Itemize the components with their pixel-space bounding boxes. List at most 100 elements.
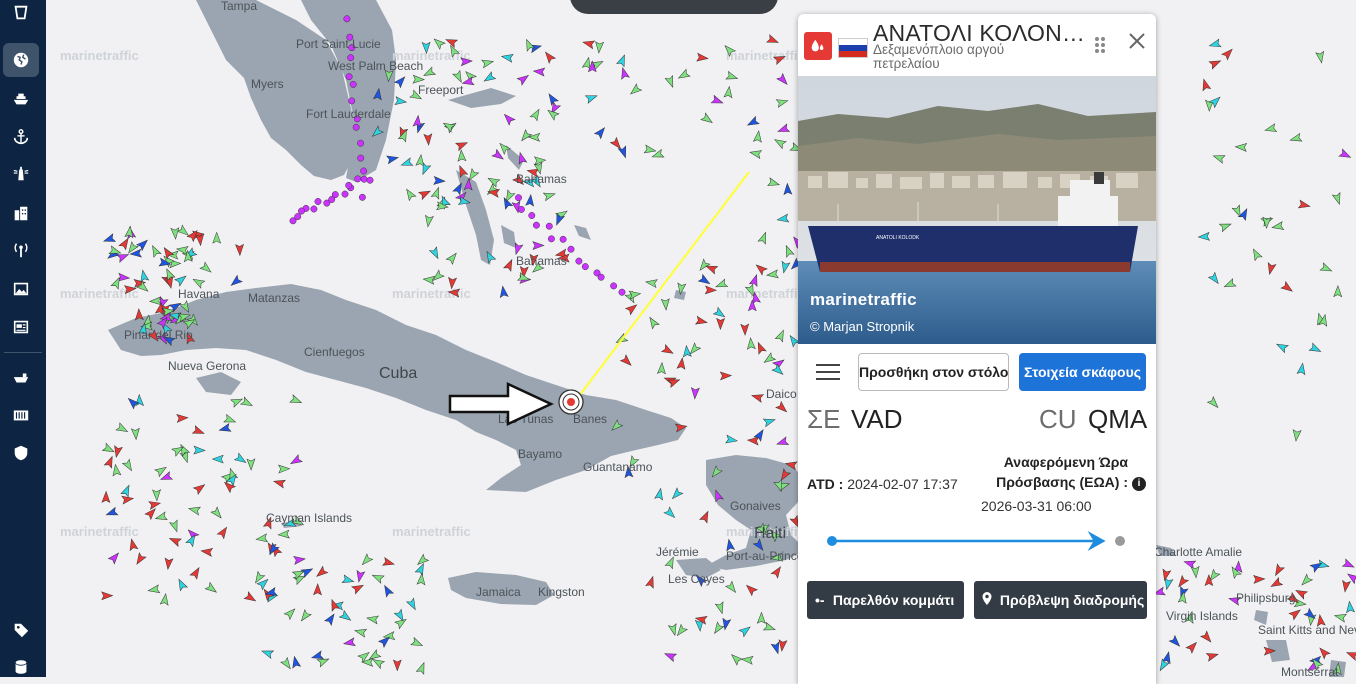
close-icon[interactable] (1126, 30, 1148, 52)
anchored-vessel-dot[interactable] (581, 263, 589, 271)
anchored-vessel-dot[interactable] (360, 167, 368, 175)
anchored-vessel-dot[interactable] (366, 176, 374, 184)
vessel-panel-header: ΑΝΑΤΟΛΙ ΚΟΛΟΝ… Δεξαμενόπλοιο αργού πετρε… (798, 14, 1156, 76)
anchored-vessel-dot[interactable] (575, 257, 583, 265)
map-canvas[interactable]: marinetraffic marinetraffic marinetraffi… (46, 0, 1356, 677)
eta-label: Αναφερόμενη Ώρα Πρόσβασης (ΕΩΑ) : (996, 454, 1128, 490)
anchor-icon[interactable] (3, 120, 39, 154)
russia-flag-icon (838, 38, 868, 58)
marinetraffic-logo-icon[interactable] (3, 0, 39, 26)
anchored-vessel-dot[interactable] (547, 235, 555, 243)
vessel-type: Δεξαμενόπλοιο αργού πετρελαίου (873, 42, 1005, 71)
svg-text:marinetraffic: marinetraffic (60, 524, 139, 539)
anchored-vessel-dot[interactable] (360, 175, 368, 183)
place-label: Kingston (538, 585, 585, 599)
place-label: Pinar del Rio (124, 328, 193, 342)
arrival-port-code[interactable]: QMA (1088, 404, 1147, 435)
destination-dot (1115, 536, 1125, 546)
anchored-vessel-dot[interactable] (358, 193, 366, 201)
photo-credit: © Marjan Stropnik (810, 319, 915, 334)
anchored-vessel-dot[interactable] (348, 97, 356, 105)
anchored-vessel-dot[interactable] (618, 288, 626, 296)
tag-icon[interactable] (3, 613, 39, 647)
place-label: Bahamas (516, 172, 567, 186)
antenna-icon[interactable] (3, 233, 39, 267)
place-label: Banes (573, 412, 607, 426)
anchored-vessel-dot[interactable] (323, 199, 331, 207)
flag-stripe-red (839, 51, 867, 57)
place-label: Cuba (379, 365, 417, 382)
place-label: West Palm Beach (328, 59, 423, 73)
anchored-vessel-dot[interactable] (357, 154, 365, 162)
map-search-bar[interactable] (570, 0, 778, 14)
anchored-vessel-dot[interactable] (345, 181, 353, 189)
info-icon[interactable]: i (1132, 477, 1146, 491)
anchored-vessel-dot[interactable] (310, 205, 318, 213)
container-icon[interactable] (3, 398, 39, 432)
database-icon[interactable] (3, 650, 39, 684)
voyage-progress-bar (827, 531, 1125, 551)
photo-watermark-logo: marinetraffic (810, 290, 917, 309)
atd-row: ATD : 2024-02-07 17:37 (807, 476, 958, 492)
atd-value: 2024-02-07 17:37 (847, 476, 958, 492)
anchored-vessel-dot[interactable] (289, 217, 297, 225)
place-label: Montserrat (1281, 665, 1339, 677)
anchored-vessel-dot[interactable] (545, 222, 553, 230)
anchored-vessel-dot[interactable] (515, 194, 522, 202)
anchored-vessel-dot[interactable] (343, 15, 351, 23)
lighthouse-icon[interactable] (3, 157, 39, 191)
departure-port-code[interactable]: VAD (851, 404, 903, 435)
origin-dot (827, 536, 837, 546)
place-label: Haiti (754, 525, 786, 542)
place-label: Myers (251, 77, 284, 91)
route-forecast-button[interactable]: Πρόβλεψη διαδρομής (974, 581, 1147, 619)
place-label: Daico (766, 387, 797, 401)
ship-icon[interactable] (3, 82, 39, 116)
hull-name-text: ANATOLI KOLODK (876, 235, 920, 241)
shield-icon[interactable] (3, 436, 39, 470)
anchored-vessel-dot[interactable] (567, 245, 575, 253)
anchored-vessel-dot[interactable] (528, 212, 536, 219)
vessel-info-panel: ΑΝΑΤΟΛΙ ΚΟΛΟΝ… Δεξαμενόπλοιο αργού πετρε… (798, 14, 1156, 684)
place-label: Freeport (418, 83, 464, 97)
arrival-country-code: CU (1039, 404, 1077, 434)
place-label: Virgin Islands (1166, 609, 1238, 623)
svg-text:marinetraffic: marinetraffic (60, 48, 139, 63)
vessel-details-button[interactable]: Στοιχεία σκάφους (1019, 353, 1146, 391)
place-label: Bahamas (516, 254, 567, 268)
place-label: Tampa (221, 0, 257, 13)
past-track-button[interactable]: •- Παρελθόν κομμάτι (807, 581, 964, 619)
place-label: Gonaives (730, 499, 781, 513)
cargo-ship-icon[interactable] (3, 361, 39, 395)
add-to-fleet-button[interactable]: Προσθήκη στον στόλο (858, 353, 1009, 391)
anchored-vessel-dot[interactable] (345, 73, 353, 81)
place-label: Nueva Gerona (168, 359, 246, 373)
globe-icon[interactable] (3, 43, 39, 77)
vessel-photo[interactable]: ANATOLI KOLODK marinetraffic © Marjan St… (798, 76, 1156, 344)
anchored-vessel-dot[interactable] (597, 273, 605, 281)
svg-text:marinetraffic: marinetraffic (726, 286, 805, 301)
anchored-vessel-dot[interactable] (298, 207, 305, 215)
track-dot-icon: •- (815, 592, 825, 608)
menu-icon[interactable] (816, 364, 840, 382)
anchored-vessel-dot[interactable] (314, 198, 322, 205)
anchored-vessel-dot[interactable] (517, 205, 525, 213)
anchored-vessel-dot[interactable] (341, 190, 349, 198)
building-icon[interactable] (3, 196, 39, 230)
drag-handle-icon[interactable] (1094, 36, 1106, 54)
atd-label: ATD : (807, 476, 844, 492)
place-label: Philipsburg (1236, 591, 1295, 605)
image-gallery-icon[interactable] (3, 272, 39, 306)
location-pin-icon (982, 581, 996, 619)
selected-vessel-marker[interactable] (558, 389, 584, 415)
anchored-vessel-dot[interactable] (357, 139, 365, 147)
anchored-vessel-dot[interactable] (559, 235, 567, 243)
anchored-vessel-dot[interactable] (610, 282, 618, 290)
place-label: Fort Lauderdale (306, 107, 391, 121)
anchored-vessel-dot[interactable] (352, 123, 360, 131)
news-icon[interactable] (3, 310, 39, 344)
left-navigation-rail (0, 0, 46, 677)
anchored-vessel-dot[interactable] (354, 175, 362, 183)
anchored-vessel-dot[interactable] (349, 80, 357, 88)
anchored-vessel-dot[interactable] (532, 221, 540, 229)
